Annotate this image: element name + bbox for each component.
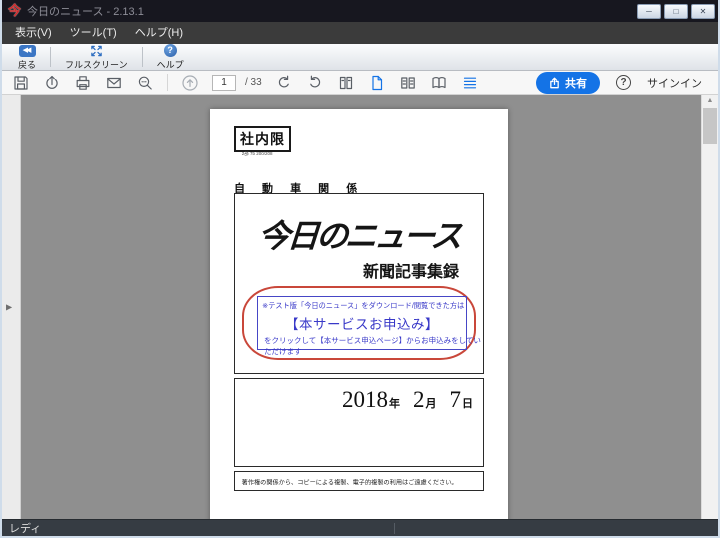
title-box: 今日のニュース 新聞記事集録 ※テスト版「今日のニュース」をダウンロード/閲覧で…: [234, 193, 484, 374]
date-box: 2018年 2月 7日: [234, 378, 484, 467]
notice-line1: ※テスト版「今日のニュース」をダウンロード/閲覧できた方は: [262, 300, 462, 311]
scroll-up-icon[interactable]: ▲: [702, 97, 718, 104]
back-label: 戻る: [18, 58, 36, 71]
menubar: 表示(V) ツール(T) ヘルプ(H): [2, 22, 718, 44]
date-year: 2018: [342, 387, 388, 413]
date-day-unit: 日: [462, 395, 473, 411]
page-count-label: / 33: [245, 77, 262, 88]
issue-date: 2018年 2月 7日: [235, 387, 483, 413]
document-title: 今日のニュース: [233, 211, 484, 257]
sign-in-link[interactable]: サインイン: [647, 75, 708, 91]
nav-toolbar: ◀◀ 戻る フルスクリーン ? ヘルプ: [2, 44, 718, 71]
service-apply-link[interactable]: 【本サービスお申込み】: [258, 313, 466, 333]
pdf-page: 社内限 2部 7b 200/208 自 動 車 関 係 今日のニュース 新聞記事…: [210, 109, 508, 519]
copyright-text: 著作権の関係から、コピーによる複製、電子的複製の利用はご遠慮ください。: [235, 472, 471, 486]
minimize-button[interactable]: ─: [637, 4, 661, 19]
fullscreen-label: フルスクリーン: [65, 58, 128, 71]
share-button[interactable]: 共有: [536, 72, 600, 94]
document-canvas: 社内限 2部 7b 200/208 自 動 車 関 係 今日のニュース 新聞記事…: [21, 95, 701, 519]
app-icon: 今: [8, 0, 21, 22]
date-month-unit: 月: [426, 395, 437, 411]
previous-page-icon[interactable]: [181, 74, 199, 92]
fullscreen-button[interactable]: フルスクリーン: [57, 44, 136, 71]
app-window: 今 今日のニュース - 2.13.1 ─ □ ✕ 表示(V) ツール(T) ヘル…: [0, 0, 720, 538]
titlebar: 今 今日のニュース - 2.13.1 ─ □ ✕: [2, 0, 718, 22]
scrollbar-thumb[interactable]: [703, 108, 717, 144]
save-icon[interactable]: [12, 74, 30, 92]
vertical-scrollbar[interactable]: ▲: [701, 95, 718, 519]
upload-share-icon[interactable]: [43, 74, 61, 92]
toolbar-separator: [50, 47, 51, 67]
menu-help[interactable]: ヘルプ(H): [126, 22, 192, 44]
help-label: ヘルプ: [157, 58, 184, 71]
pdf-toolbar: / 33 共有 ? サイン: [2, 71, 718, 95]
rotate-clockwise-icon[interactable]: [275, 74, 293, 92]
document-subtitle: 新聞記事集録: [235, 258, 483, 282]
toolbar-separator: [167, 74, 168, 91]
share-label: 共有: [565, 75, 587, 91]
stamp-note: 2部 7b 200/208: [242, 150, 273, 156]
email-icon[interactable]: [105, 74, 123, 92]
content-area: ▶ 社内限 2部 7b 200/208 自 動 車 関 係 今日のニュース 新聞…: [2, 95, 718, 519]
help-icon: ?: [164, 44, 177, 57]
date-month: 2: [413, 387, 425, 413]
copyright-box: 著作権の関係から、コピーによる複製、電子的複製の利用はご遠慮ください。: [234, 471, 484, 491]
search-zoom-icon[interactable]: [136, 74, 154, 92]
two-page-view-icon[interactable]: [430, 74, 448, 92]
back-button[interactable]: ◀◀ 戻る: [10, 44, 44, 71]
fit-page-icon[interactable]: [337, 74, 355, 92]
share-icon: [549, 77, 560, 89]
multi-page-view-icon[interactable]: [399, 74, 417, 92]
window-title: 今日のニュース - 2.13.1: [27, 3, 637, 19]
single-page-view-icon[interactable]: [368, 74, 386, 92]
status-text: レディ: [9, 520, 41, 536]
menu-view[interactable]: 表示(V): [6, 22, 61, 44]
maximize-button[interactable]: □: [664, 4, 688, 19]
page-number-input[interactable]: [212, 75, 236, 91]
continuous-scroll-icon[interactable]: [461, 74, 479, 92]
sidebar-expand-icon[interactable]: ▶: [6, 303, 12, 312]
back-icon: ◀◀: [19, 45, 36, 57]
date-day: 7: [450, 387, 462, 413]
status-divider: [394, 523, 395, 534]
toolbar-separator: [142, 47, 143, 67]
internal-only-stamp: 社内限: [234, 126, 291, 152]
statusbar: レディ: [2, 519, 718, 536]
date-year-unit: 年: [389, 395, 400, 411]
notice-line3: をクリックして【本サービス申込ページ】からお申込みをしてい: [258, 333, 466, 346]
rotate-counterclockwise-icon[interactable]: [306, 74, 324, 92]
menu-tools[interactable]: ツール(T): [61, 22, 126, 44]
help-circle-icon[interactable]: ?: [616, 75, 631, 90]
notice-line4: ただけます: [258, 346, 466, 357]
service-notice-box: ※テスト版「今日のニュース」をダウンロード/閲覧できた方は 【本サービスお申込み…: [257, 296, 467, 350]
print-icon[interactable]: [74, 74, 92, 92]
close-button[interactable]: ✕: [691, 4, 715, 19]
help-button[interactable]: ? ヘルプ: [149, 44, 192, 71]
sidebar-toggle-strip[interactable]: ▶: [2, 95, 21, 519]
fullscreen-icon: [90, 45, 103, 57]
